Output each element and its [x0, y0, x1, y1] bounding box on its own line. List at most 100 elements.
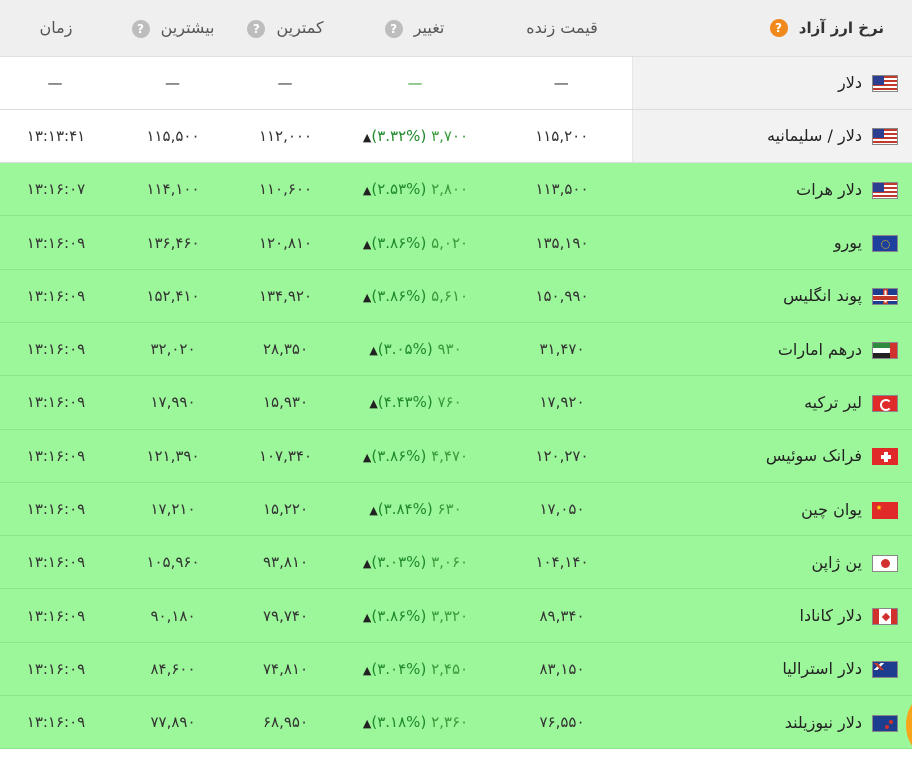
- low-cell: ۷۹,۷۴۰: [234, 588, 337, 643]
- currency-name-cell[interactable]: دلار کانادا: [632, 588, 912, 643]
- table-row[interactable]: دلار — — — — —: [0, 56, 912, 110]
- low-value: ۷۴,۸۱۰: [262, 659, 309, 678]
- live-price: ۱۵۰,۹۹۰: [535, 286, 589, 305]
- currency-rates-table: نرخ ارز آزاد ? قیمت زنده تغییر ? کمترین …: [0, 0, 912, 750]
- table-row[interactable]: یوان چین ۱۷,۰۵۰ ۶۳۰ (۳.۸۴%)▲ ۱۵,۲۲۰ ۱۷,۲۱۰ ۱۳…: [0, 482, 912, 537]
- help-icon[interactable]: ?: [769, 19, 788, 37]
- live-price: ۸۳,۱۵۰: [539, 659, 585, 678]
- update-time: —: [47, 73, 65, 92]
- low-cell: ۱۰۷,۳۴۰: [234, 429, 337, 483]
- currency-name[interactable]: دلار هرات: [796, 180, 862, 199]
- change-percent: (۳.۸۶%): [371, 446, 427, 465]
- currency-name[interactable]: دلار / سلیمانیه: [767, 126, 862, 145]
- currency-rates-panel: نرخ ارز آزاد ? قیمت زنده تغییر ? کمترین …: [0, 0, 912, 759]
- help-icon[interactable]: ?: [247, 19, 266, 38]
- price-cell: ۳۱,۴۷۰: [492, 322, 632, 377]
- currency-name[interactable]: دلار کانادا: [800, 606, 862, 625]
- low-value: ۱۵,۹۳۰: [262, 393, 309, 412]
- change-value: ۵,۰۲۰: [431, 233, 469, 252]
- change-percent: (۳.۰۵%): [377, 340, 433, 359]
- table-row[interactable]: فرانک سوئیس ۱۲۰,۲۷۰ ۴,۴۷۰ (۳.۸۶%)▲ ۱۰۷,۳۴۰ ۱…: [0, 429, 912, 483]
- change-cell: ۶۳۰ (۳.۸۴%)▲: [337, 482, 492, 537]
- price-cell: ۱۰۴,۱۴۰: [492, 535, 632, 590]
- header-price: قیمت زنده: [492, 0, 632, 57]
- table-row[interactable]: لیر ترکیه ۱۷,۹۲۰ ۷۶۰ (۴.۴۳%)▲ ۱۵,۹۳۰ ۱۷,۹۹۰ ۱…: [0, 375, 912, 430]
- table-row[interactable]: دلار / سلیمانیه ۱۱۵,۲۰۰ ۳,۷۰۰ (۳.۳۲%)▲ ۱۱۲,…: [0, 109, 912, 164]
- low-value: ۱۱۰,۶۰۰: [258, 180, 313, 199]
- time-cell: ۱۳:۱۶:۰۹: [0, 322, 112, 377]
- update-time: ۱۳:۱۶:۰۹: [26, 340, 86, 359]
- currency-name-cell[interactable]: دلار نیوزیلند: [632, 695, 912, 750]
- currency-name[interactable]: یورو: [834, 233, 862, 252]
- change-value: ۴,۴۷۰: [431, 446, 469, 465]
- high-value: ۷۷,۸۹۰: [150, 713, 196, 732]
- currency-name[interactable]: ین ژاپن: [811, 553, 862, 572]
- table-row[interactable]: دلار استرالیا ۸۳,۱۵۰ ۲,۴۵۰ (۳.۰۴%)▲ ۷۴,۸۱۰ ۸…: [0, 642, 912, 697]
- table-row[interactable]: ین ژاپن ۱۰۴,۱۴۰ ۳,۰۶۰ (۳.۰۳%)▲ ۹۳,۸۱۰ ۱۰۵,۹۶…: [0, 535, 912, 590]
- high-cell: ۹۰,۱۸۰: [112, 588, 234, 643]
- currency-name-cell[interactable]: دلار: [631, 56, 912, 110]
- change-value: ۷۶۰: [437, 393, 462, 412]
- currency-name-cell[interactable]: پوند انگلیس: [632, 269, 912, 323]
- price-cell: ۷۶,۵۵۰: [492, 695, 632, 750]
- change-value: ۲,۳۶۰: [431, 713, 469, 732]
- table-header-row: نرخ ارز آزاد ? قیمت زنده تغییر ? کمترین …: [0, 0, 912, 57]
- currency-name-cell[interactable]: یورو: [632, 215, 912, 270]
- us-flag-icon: [872, 128, 898, 146]
- high-value: ۱۵۲,۴۱۰: [146, 286, 200, 305]
- currency-name-cell[interactable]: درهم امارات: [632, 322, 912, 377]
- high-value: ۱۲۱,۳۹۰: [146, 446, 200, 465]
- currency-name-cell[interactable]: یوان چین: [632, 482, 912, 537]
- low-cell: ۱۱۰,۶۰۰: [234, 162, 337, 217]
- currency-name[interactable]: درهم امارات: [778, 340, 862, 359]
- change-percent: (۳.۰۴%): [371, 659, 427, 678]
- header-change: تغییر ?: [337, 0, 492, 57]
- help-icon[interactable]: ?: [384, 19, 403, 38]
- update-time: ۱۳:۱۶:۰۹: [26, 659, 86, 678]
- low-value: ۷۹,۷۴۰: [262, 606, 309, 625]
- price-cell: ۱۳۵,۱۹۰: [492, 215, 632, 270]
- change-percent: (۳.۸۶%): [371, 606, 427, 625]
- change-value: ۹۳۰: [437, 340, 462, 359]
- currency-name[interactable]: دلار استرالیا: [782, 659, 862, 678]
- currency-name-cell[interactable]: لیر ترکیه: [632, 375, 912, 430]
- scrollbar-track[interactable]: [912, 0, 924, 759]
- change-value: —: [407, 73, 424, 92]
- price-cell: ۸۳,۱۵۰: [492, 642, 632, 697]
- price-cell: ۱۵۰,۹۹۰: [492, 269, 632, 323]
- table-row[interactable]: یورو ۱۳۵,۱۹۰ ۵,۰۲۰ (۳.۸۶%)▲ ۱۲۰,۸۱۰ ۱۳۶,۴۶۰ ۱…: [0, 215, 912, 270]
- nz-flag-icon: [872, 714, 898, 732]
- change-value: ۳,۳۲۰: [431, 606, 469, 625]
- low-cell: ۱۲۰,۸۱۰: [234, 215, 337, 270]
- currency-name[interactable]: فرانک سوئیس: [766, 446, 862, 465]
- cn-flag-icon: [872, 501, 898, 519]
- currency-name-cell[interactable]: فرانک سوئیس: [632, 429, 912, 483]
- time-cell: ۱۳:۱۶:۰۹: [0, 215, 112, 270]
- help-icon[interactable]: ?: [131, 19, 150, 38]
- currency-name-cell[interactable]: ین ژاپن: [632, 535, 912, 590]
- currency-name[interactable]: لیر ترکیه: [804, 393, 862, 412]
- au-flag-icon: [872, 661, 898, 679]
- currency-name-cell[interactable]: دلار / سلیمانیه: [631, 109, 912, 164]
- table-row[interactable]: درهم امارات ۳۱,۴۷۰ ۹۳۰ (۳.۰۵%)▲ ۲۸,۳۵۰ ۳۲,۰۲…: [0, 322, 912, 377]
- change-percent: (۳.۸۶%): [371, 286, 427, 305]
- high-value: ۱۳۶,۴۶۰: [146, 233, 200, 252]
- table-row[interactable]: پوند انگلیس ۱۵۰,۹۹۰ ۵,۶۱۰ (۳.۸۶%)▲ ۱۳۴,۹۲۰ ۱…: [0, 269, 912, 323]
- currency-name[interactable]: یوان چین: [801, 500, 862, 519]
- currency-name[interactable]: دلار: [838, 73, 862, 92]
- tr-flag-icon: [872, 394, 898, 412]
- low-cell: ۶۸,۹۵۰: [234, 695, 337, 750]
- low-cell: ۱۳۴,۹۲۰: [234, 269, 337, 323]
- table-row[interactable]: دلار نیوزیلند ۷۶,۵۵۰ ۲,۳۶۰ (۳.۱۸%)▲ ۶۸,۹۵۰ ۷…: [0, 695, 912, 750]
- update-time: ۱۳:۱۶:۰۹: [26, 713, 86, 732]
- currency-name-cell[interactable]: دلار هرات: [632, 162, 912, 217]
- currency-name[interactable]: دلار نیوزیلند: [785, 713, 862, 732]
- time-cell: ۱۳:۱۶:۰۹: [0, 482, 112, 537]
- table-row[interactable]: دلار کانادا ۸۹,۳۴۰ ۳,۳۲۰ (۳.۸۶%)▲ ۷۹,۷۴۰ ۹۰,…: [0, 588, 912, 643]
- currency-name[interactable]: پوند انگلیس: [783, 286, 862, 305]
- currency-name-cell[interactable]: دلار استرالیا: [632, 642, 912, 697]
- time-cell: —: [0, 56, 112, 110]
- live-price: ۷۶,۵۵۰: [539, 713, 585, 732]
- table-row[interactable]: دلار هرات ۱۱۳,۵۰۰ ۲,۸۰۰ (۲.۵۳%)▲ ۱۱۰,۶۰۰ ۱۱۴…: [0, 162, 912, 217]
- change-percent: (۲.۵۳%): [371, 180, 427, 199]
